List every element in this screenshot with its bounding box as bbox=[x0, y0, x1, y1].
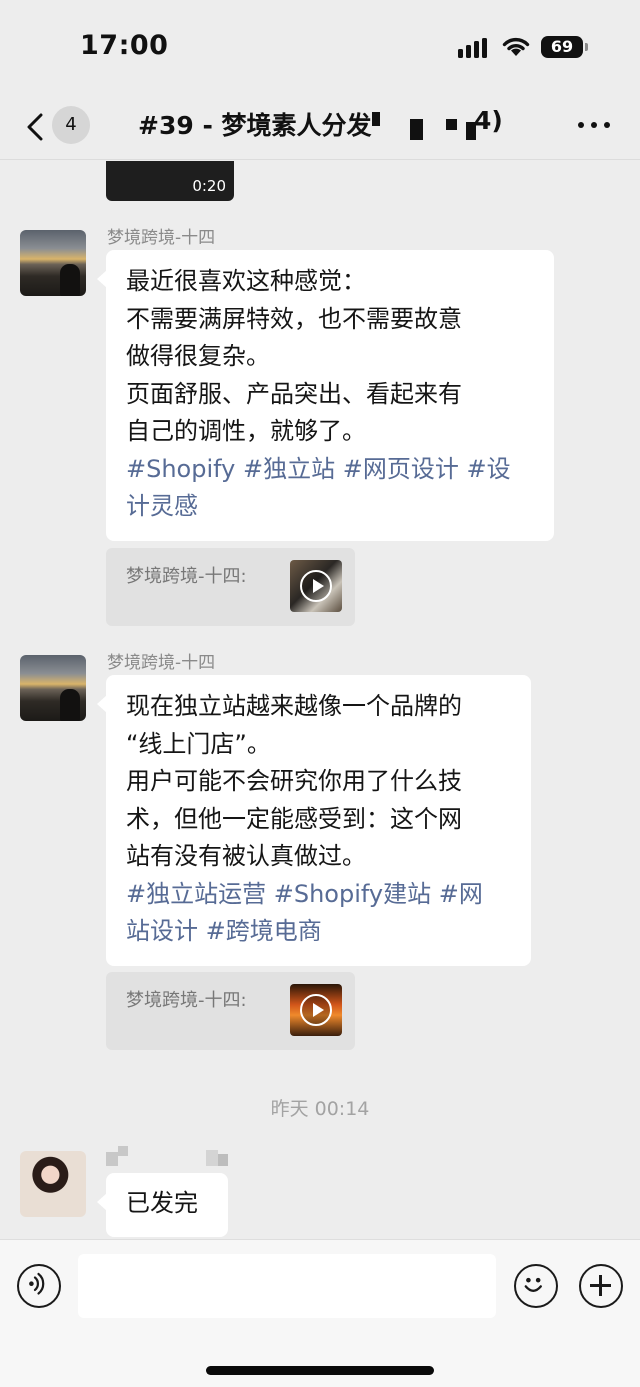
unread-count-badge: 4 bbox=[52, 106, 90, 144]
chat-message-list[interactable]: 0:20 梦境跨境-十四 最近很喜欢这种感觉： 不需要满屏特效，也不需要故意 做… bbox=[0, 161, 640, 1239]
message-line: 自己的调性，就够了。 bbox=[126, 417, 366, 445]
quote-video-thumbnail bbox=[290, 984, 342, 1036]
play-icon bbox=[300, 570, 332, 602]
emoji-icon bbox=[524, 1277, 542, 1292]
quote-sender: 梦境跨境-十四: bbox=[126, 566, 247, 587]
hashtag-line[interactable]: #独立站运营 #Shopify建站 #网 bbox=[126, 876, 511, 914]
message-line: 页面舒服、产品突出、看起来有 bbox=[126, 379, 462, 408]
nav-bar: 4 #39 - 梦境素人分发 4) bbox=[0, 92, 640, 160]
quoted-video-reference[interactable]: 梦境跨境-十四: bbox=[106, 548, 355, 626]
message-line: 术，但他一定能感受到：这个网 bbox=[126, 804, 462, 833]
status-time: 17:00 bbox=[80, 30, 169, 61]
back-button[interactable]: 4 bbox=[18, 102, 98, 148]
quoted-video-reference[interactable]: 梦境跨境-十四: bbox=[106, 972, 355, 1050]
battery-cap bbox=[585, 43, 588, 51]
video-duration: 0:20 bbox=[192, 177, 226, 195]
hashtag-line[interactable]: 站设计 #跨境电商 bbox=[126, 913, 511, 951]
chat-title-text: #39 - 梦境素人分发 bbox=[138, 111, 372, 140]
message-line: 最近很喜欢这种感觉： bbox=[126, 267, 366, 295]
hashtag-line[interactable]: #Shopify #独立站 #网页设计 #设 bbox=[126, 451, 534, 489]
sender-avatar[interactable] bbox=[20, 230, 86, 296]
message-line: 现在独立站越来越像一个品牌的 bbox=[126, 692, 462, 720]
emoji-button[interactable] bbox=[514, 1264, 558, 1308]
sender-name-pixelated bbox=[106, 1146, 230, 1174]
home-indicator bbox=[206, 1366, 434, 1375]
wifi-icon bbox=[502, 37, 530, 56]
sender-name: 梦境跨境-十四 bbox=[107, 653, 216, 673]
battery-icon: 69 bbox=[541, 36, 583, 58]
message-line: 已发完 bbox=[126, 1189, 198, 1217]
redaction-mark bbox=[410, 119, 423, 140]
signal-icon bbox=[458, 38, 492, 58]
sender-avatar[interactable] bbox=[20, 655, 86, 721]
chevron-left-icon bbox=[27, 113, 43, 141]
time-divider: 昨天 00:14 bbox=[270, 1098, 370, 1120]
quote-video-thumbnail bbox=[290, 560, 342, 612]
chat-title-tail: 4) bbox=[474, 106, 503, 135]
hashtag-line[interactable]: 计灵感 bbox=[126, 488, 534, 526]
message-bubble[interactable]: 已发完 bbox=[97, 1173, 228, 1237]
message-input[interactable] bbox=[78, 1254, 496, 1318]
redaction-mark bbox=[372, 112, 380, 126]
voice-button[interactable] bbox=[17, 1264, 61, 1308]
more-options-button[interactable] bbox=[572, 106, 616, 142]
status-bar: 17:00 69 bbox=[0, 0, 640, 92]
message-bubble[interactable]: 现在独立站越来越像一个品牌的 “线上门店”。 用户可能不会研究你用了什么技 术，… bbox=[97, 675, 531, 966]
message-line: “线上门店”。 bbox=[126, 729, 271, 758]
quote-sender: 梦境跨境-十四: bbox=[126, 990, 247, 1011]
message-line: 站有没有被认真做过。 bbox=[126, 842, 366, 870]
play-icon bbox=[300, 994, 332, 1026]
input-bar bbox=[0, 1239, 640, 1387]
sender-name: 梦境跨境-十四 bbox=[107, 228, 216, 248]
redaction-mark bbox=[446, 119, 457, 130]
voice-icon bbox=[29, 1272, 45, 1295]
video-message-thumbnail[interactable]: 0:20 bbox=[106, 161, 234, 201]
sender-avatar[interactable] bbox=[20, 1151, 86, 1217]
message-bubble[interactable]: 最近很喜欢这种感觉： 不需要满屏特效，也不需要故意 做得很复杂。 页面舒服、产品… bbox=[97, 250, 554, 541]
message-line: 用户可能不会研究你用了什么技 bbox=[126, 767, 462, 795]
message-line: 不需要满屏特效，也不需要故意 bbox=[126, 304, 462, 333]
plus-button[interactable] bbox=[579, 1264, 623, 1308]
message-line: 做得很复杂。 bbox=[126, 342, 270, 370]
